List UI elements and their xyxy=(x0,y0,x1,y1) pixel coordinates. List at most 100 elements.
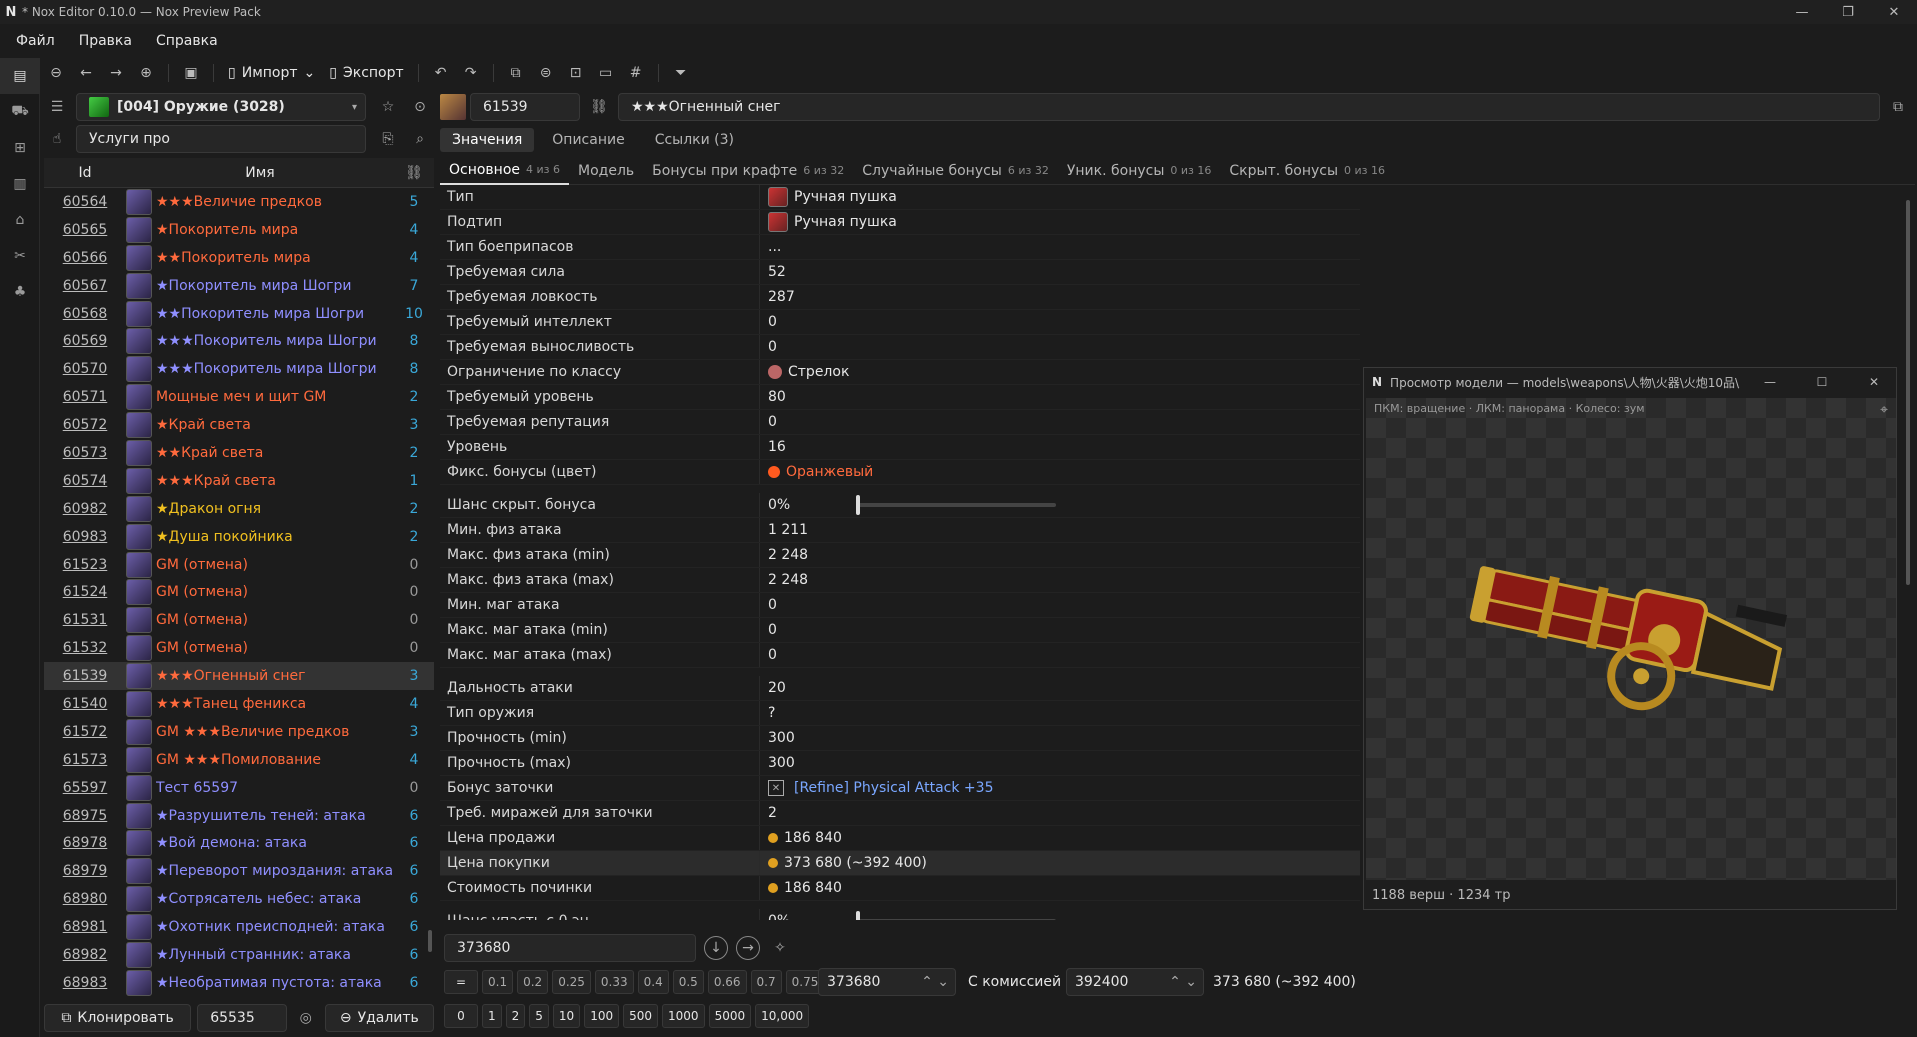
item-id[interactable]: 65597 xyxy=(44,780,126,796)
book-icon[interactable]: ▥ xyxy=(0,166,40,202)
addend-button[interactable]: 0 xyxy=(444,1004,478,1028)
item-id[interactable]: 60574 xyxy=(44,473,126,489)
item-id[interactable]: 61531 xyxy=(44,612,126,628)
property-row[interactable]: Цена покупки 373 680 (~392 400) xyxy=(440,851,1360,876)
duplicate-icon[interactable]: ⧉ xyxy=(1885,94,1911,120)
list-item[interactable]: 61524 GM (отмена) 0 xyxy=(44,578,434,606)
list-view-icon[interactable]: ▤ xyxy=(0,58,40,94)
property-row[interactable]: Макс. маг атака (min) 0 xyxy=(440,618,1360,643)
item-id[interactable]: 60564 xyxy=(44,194,126,210)
export-button[interactable]: ▯ Экспорт xyxy=(325,60,407,86)
subtab-random-bonuses[interactable]: Случайные бонусы 6 из 32 xyxy=(853,157,1058,185)
item-id[interactable]: 61573 xyxy=(44,752,126,768)
item-id[interactable]: 68981 xyxy=(44,919,126,935)
subtab-unique-bonuses[interactable]: Уник. бонусы 0 из 16 xyxy=(1058,157,1221,185)
redo-icon[interactable]: ↷ xyxy=(459,60,483,86)
addend-button[interactable]: 100 xyxy=(584,1004,620,1028)
forward-circle-icon[interactable]: ⊕ xyxy=(134,60,158,86)
list-item[interactable]: 68979 ★Переворот мироздания: атака 6 xyxy=(44,857,434,885)
arrow-left-icon[interactable]: ← xyxy=(74,60,98,86)
item-id[interactable]: 60982 xyxy=(44,501,126,517)
filter-icon[interactable]: ⏷ xyxy=(669,60,693,86)
minimize-icon[interactable]: — xyxy=(1779,0,1825,24)
link-icon[interactable]: ⛓ xyxy=(394,165,434,181)
subtab-basic[interactable]: Основное 4 из 6 xyxy=(440,157,570,185)
item-id-field[interactable]: 61539 xyxy=(470,93,580,121)
list-item[interactable]: 61531 GM (отмена) 0 xyxy=(44,606,434,634)
property-row[interactable]: Тип оружия? xyxy=(440,701,1360,726)
list-item[interactable]: 60570 ★★★Покоритель мира Шогри 8 xyxy=(44,355,434,383)
arrow-right-circle-icon[interactable]: → xyxy=(736,936,760,960)
list-item[interactable]: 68981 ★Охотник преисподней: атака 6 xyxy=(44,913,434,941)
tab-values[interactable]: Значения xyxy=(440,128,535,152)
item-id[interactable]: 68980 xyxy=(44,891,126,907)
back-circle-icon[interactable]: ⊖ xyxy=(44,60,68,86)
item-id[interactable]: 68975 xyxy=(44,808,126,824)
remove-box-icon[interactable]: ✕ xyxy=(768,780,784,796)
item-id[interactable]: 68982 xyxy=(44,947,126,963)
model-canvas[interactable]: ПКМ: вращение · ЛКМ: панорама · Колесо: … xyxy=(1366,398,1896,880)
list-item[interactable]: 61523 GM (отмена) 0 xyxy=(44,551,434,579)
col-name-header[interactable]: Имя xyxy=(126,165,394,181)
list-item[interactable]: 68975 ★Разрушитель теней: атака 6 xyxy=(44,802,434,830)
tools-icon[interactable]: ✂ xyxy=(0,238,40,274)
property-row[interactable]: Мин. физ атака 1 211 xyxy=(440,518,1360,543)
spin-arrows-icon[interactable]: ⌃ ⌄ xyxy=(921,974,955,990)
category-select[interactable]: [004] Оружие (3028) ▾ xyxy=(76,93,366,121)
addend-button[interactable]: 500 xyxy=(623,1004,659,1028)
property-row[interactable]: Макс. физ атака (min) 2 248 xyxy=(440,543,1360,568)
hash-icon[interactable]: # xyxy=(624,60,648,86)
percent-slider[interactable] xyxy=(856,495,1057,515)
cart-icon[interactable]: ⛟ xyxy=(0,94,40,130)
property-row[interactable]: Макс. маг атака (max) 0 xyxy=(440,643,1360,668)
undo-icon[interactable]: ↶ xyxy=(429,60,453,86)
item-id[interactable]: 68979 xyxy=(44,863,126,879)
item-id[interactable]: 60568 xyxy=(44,306,126,322)
list-item[interactable]: 68983 ★Необратимая пустота: атака 6 xyxy=(44,969,434,997)
maximize-icon[interactable]: ☐ xyxy=(1800,375,1844,389)
property-row[interactable]: Требуемый интеллект 0 xyxy=(440,310,1360,335)
slider-handle[interactable] xyxy=(856,495,861,515)
list-item[interactable]: 60572 ★Край света 3 xyxy=(44,411,434,439)
download-icon[interactable]: ⊙ xyxy=(407,94,433,120)
list-item[interactable]: 60574 ★★★Край света 1 xyxy=(44,467,434,495)
col-id-header[interactable]: Id xyxy=(44,165,126,181)
clone-id-field[interactable]: 65535 xyxy=(197,1004,287,1032)
spin-input[interactable]: 373680 ⌃ ⌄ xyxy=(818,968,956,996)
item-id[interactable]: 60565 xyxy=(44,222,126,238)
link-icon[interactable]: ⛓ xyxy=(586,94,612,120)
property-row[interactable]: Макс. физ атака (max) 2 248 xyxy=(440,568,1360,593)
property-row[interactable]: Требуемая ловкость 287 xyxy=(440,285,1360,310)
slider-handle[interactable] xyxy=(856,911,861,920)
property-row[interactable]: Мин. маг атака 0 xyxy=(440,593,1360,618)
filter-input[interactable]: Услуги про xyxy=(76,125,366,153)
item-id[interactable]: 61524 xyxy=(44,584,126,600)
multiplier-button[interactable]: 0.5 xyxy=(672,970,704,994)
property-row[interactable]: Ограничение по классу Стрелок xyxy=(440,360,1360,385)
multiplier-button[interactable]: 0.2 xyxy=(517,970,549,994)
item-id[interactable]: 60566 xyxy=(44,250,126,266)
list-item[interactable]: 68978 ★Вой демона: атака 6 xyxy=(44,829,434,857)
multiplier-button[interactable]: 0.33 xyxy=(594,970,634,994)
list-item[interactable]: 61572 GM ★★★Величие предков 3 xyxy=(44,718,434,746)
fingerprint-icon[interactable]: ◎ xyxy=(293,1004,319,1032)
item-id[interactable]: 61540 xyxy=(44,696,126,712)
property-row[interactable]: Стоимость починки 186 840 xyxy=(440,876,1360,901)
item-id[interactable]: 60573 xyxy=(44,445,126,461)
clone-button[interactable]: ⧉ Клонировать xyxy=(44,1004,192,1032)
spin-arrows-icon[interactable]: ⌃ ⌄ xyxy=(1169,974,1203,990)
list-item[interactable]: 68982 ★Лунный странник: атака 6 xyxy=(44,941,434,969)
arrow-down-circle-icon[interactable]: ↓ xyxy=(704,936,728,960)
copy-icon[interactable]: ⧉ xyxy=(504,60,528,86)
window-icon[interactable]: ▭ xyxy=(594,60,618,86)
star-icon[interactable]: ☆ xyxy=(375,94,401,120)
property-row[interactable]: Цена продажи 186 840 xyxy=(440,826,1360,851)
list-item[interactable]: 60568 ★★Покоритель мира Шогри 10 xyxy=(44,300,434,328)
item-id[interactable]: 61539 xyxy=(44,668,126,684)
menu-help[interactable]: Справка xyxy=(156,33,218,49)
list-item[interactable]: 60564 ★★★Величие предков 5 xyxy=(44,188,434,216)
menu-edit[interactable]: Правка xyxy=(79,33,132,49)
property-row[interactable]: Требуемая сила 52 xyxy=(440,260,1360,285)
item-id[interactable]: 68983 xyxy=(44,975,126,991)
close-icon[interactable]: ✕ xyxy=(1871,0,1917,24)
